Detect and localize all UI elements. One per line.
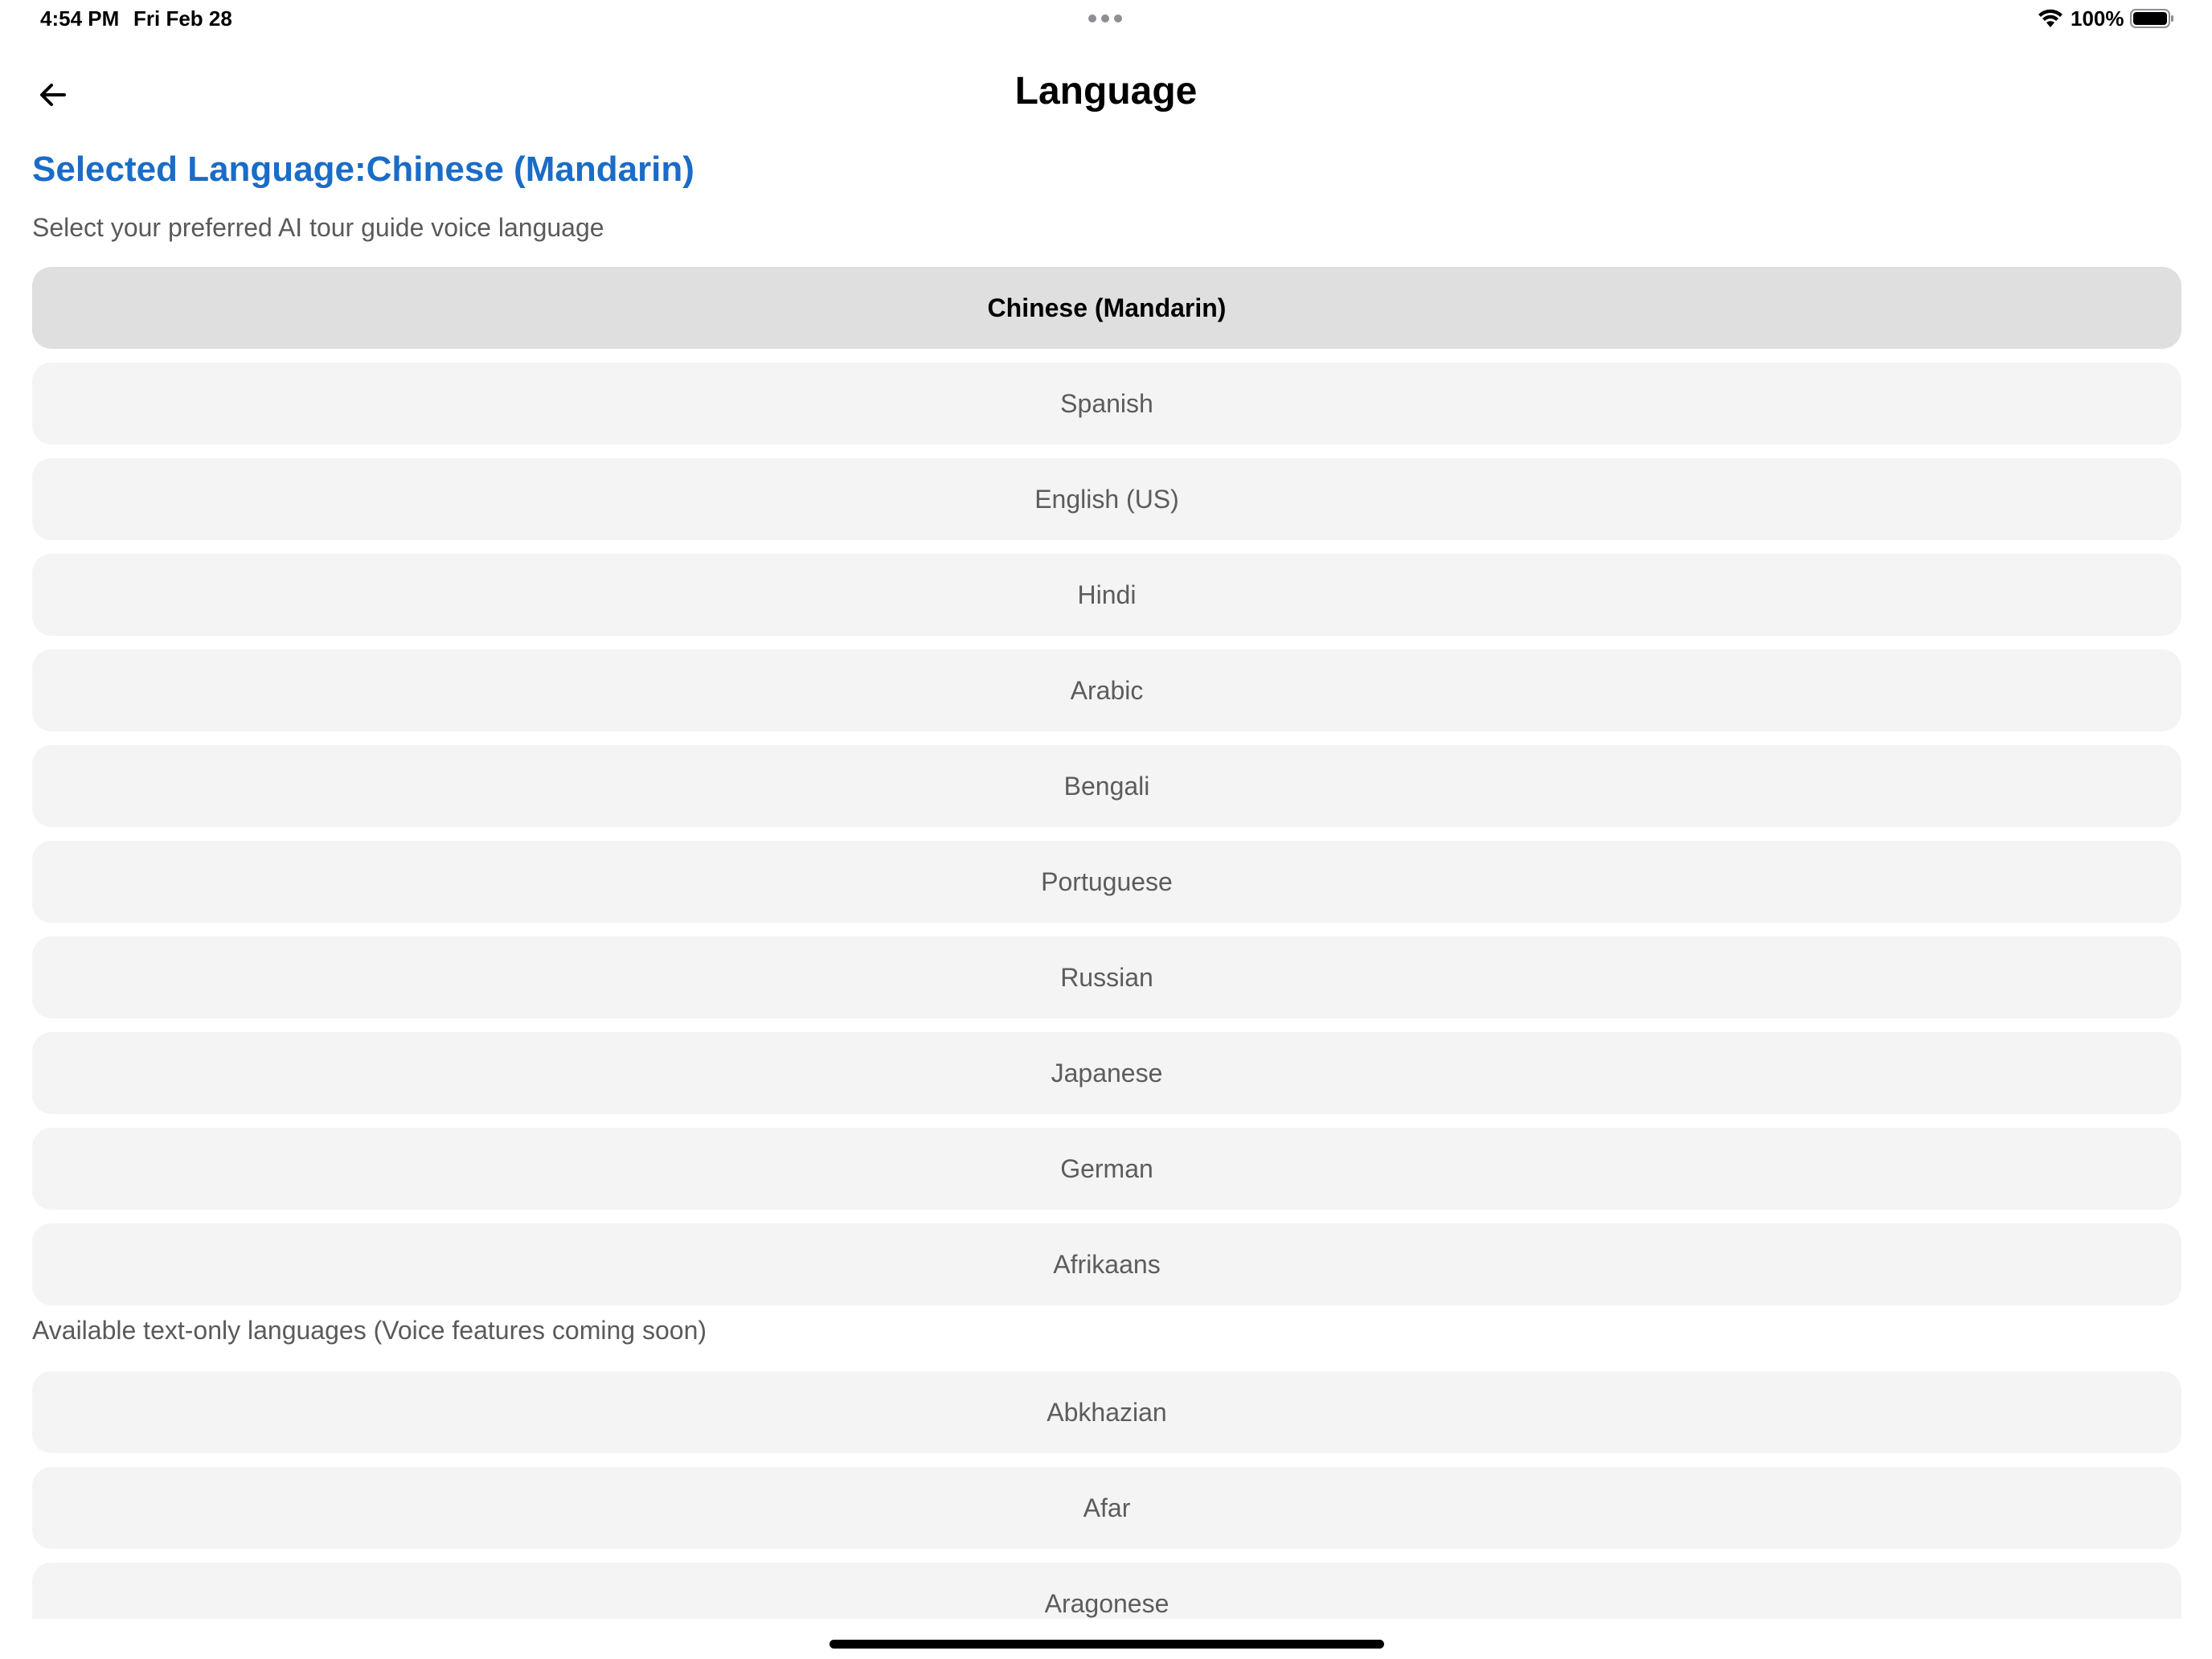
language-option-abkhazian[interactable]: Abkhazian bbox=[32, 1371, 2181, 1453]
language-option-bengali[interactable]: Bengali bbox=[32, 745, 2181, 827]
language-option-english-us[interactable]: English (US) bbox=[32, 458, 2181, 540]
language-option-hindi[interactable]: Hindi bbox=[32, 554, 2181, 636]
multitasking-dots-icon[interactable] bbox=[1088, 14, 1122, 23]
wifi-icon bbox=[2038, 9, 2062, 27]
home-indicator[interactable] bbox=[830, 1640, 1384, 1649]
language-option-german[interactable]: German bbox=[32, 1128, 2181, 1210]
battery-percentage: 100% bbox=[2071, 6, 2124, 31]
text-only-language-list: Abkhazian Afar Aragonese bbox=[32, 1371, 2181, 1658]
language-option-chinese-mandarin[interactable]: Chinese (Mandarin) bbox=[32, 267, 2181, 349]
language-option-portuguese[interactable]: Portuguese bbox=[32, 841, 2181, 923]
subtitle: Select your preferred AI tour guide voic… bbox=[32, 213, 604, 242]
language-option-japanese[interactable]: Japanese bbox=[32, 1032, 2181, 1114]
status-date: Fri Feb 28 bbox=[133, 6, 232, 31]
language-option-arabic[interactable]: Arabic bbox=[32, 649, 2181, 731]
bottom-safe-area bbox=[0, 1619, 2212, 1659]
battery-icon bbox=[2130, 9, 2173, 28]
language-screen: 4:54 PM Fri Feb 28 100% Language Selecte… bbox=[0, 0, 2212, 1659]
page-title: Language bbox=[1014, 70, 1198, 113]
language-option-afrikaans[interactable]: Afrikaans bbox=[32, 1223, 2181, 1305]
text-only-section-label: Available text-only languages (Voice fea… bbox=[32, 1316, 707, 1345]
language-option-spanish[interactable]: Spanish bbox=[32, 363, 2181, 444]
selected-language-heading: Selected Language:Chinese (Mandarin) bbox=[32, 150, 694, 189]
language-option-afar[interactable]: Afar bbox=[32, 1467, 2181, 1549]
language-option-russian[interactable]: Russian bbox=[32, 936, 2181, 1018]
status-time: 4:54 PM bbox=[40, 6, 120, 31]
voice-language-list: Chinese (Mandarin) Spanish English (US) … bbox=[32, 267, 2181, 1319]
status-bar: 4:54 PM Fri Feb 28 100% bbox=[0, 0, 2212, 39]
